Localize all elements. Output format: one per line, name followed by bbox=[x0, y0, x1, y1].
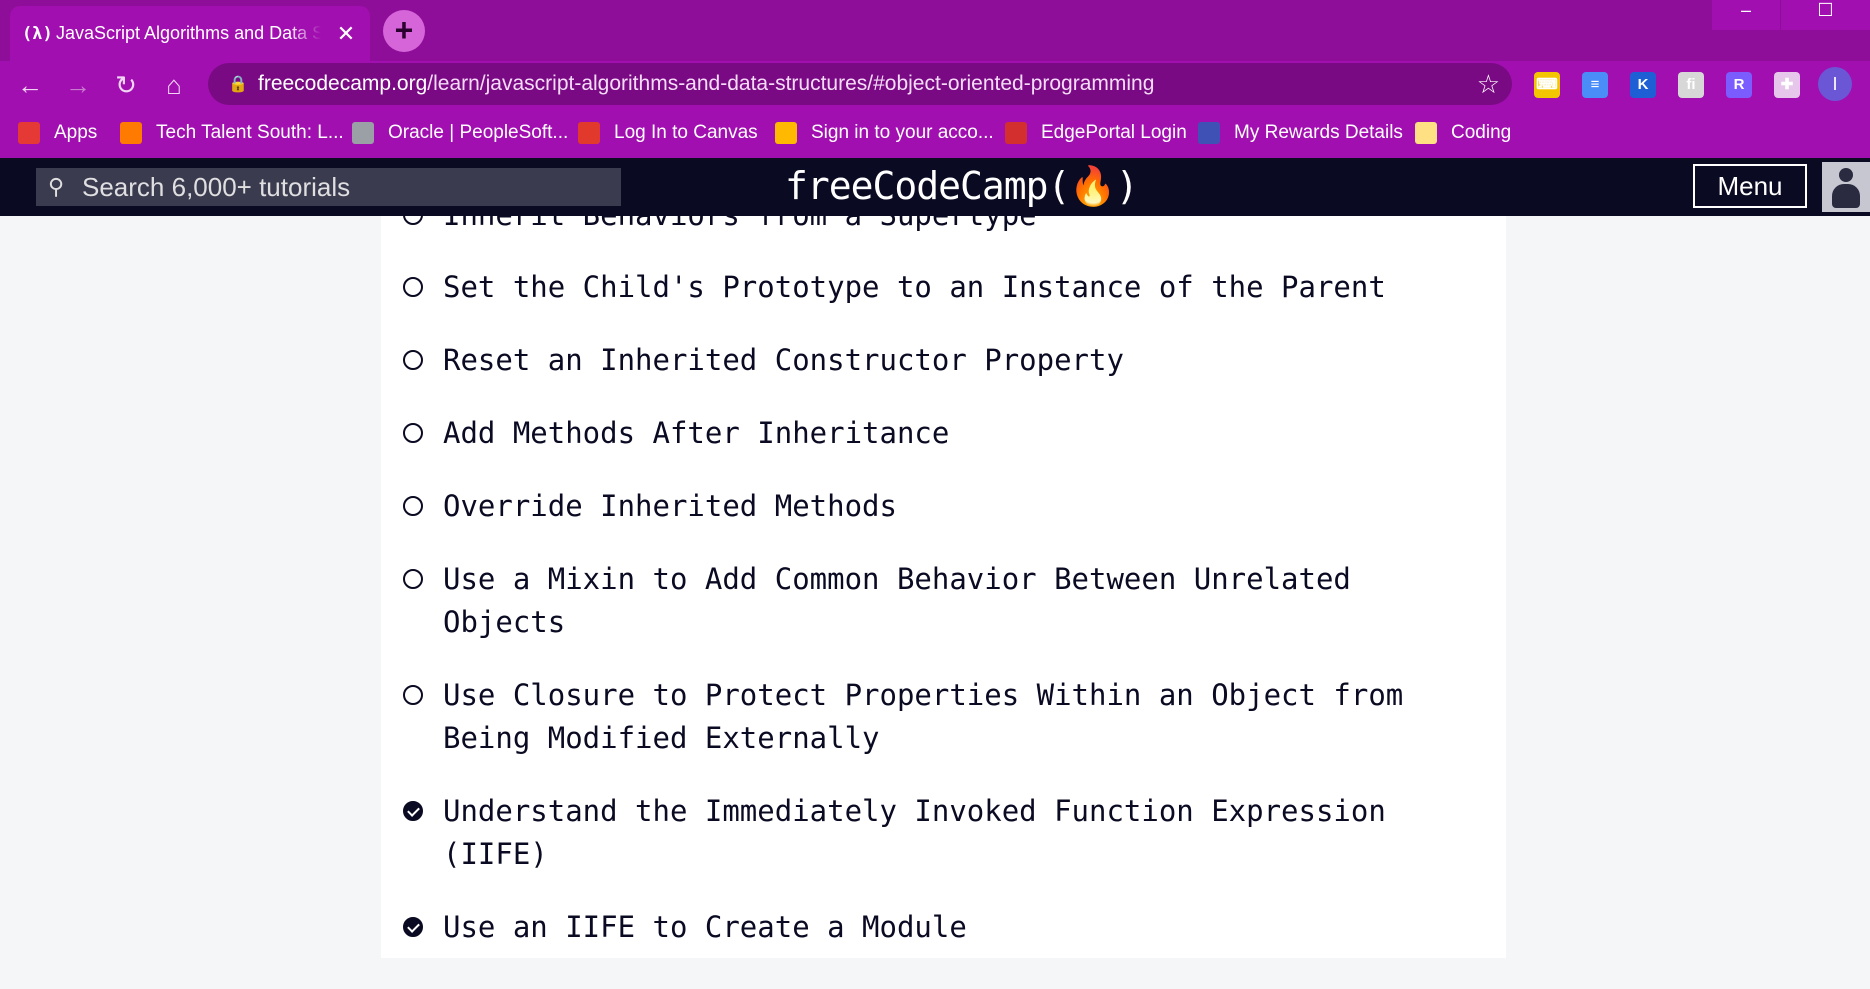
window-maximize-button[interactable]: ☐ bbox=[1781, 0, 1870, 30]
docs-icon[interactable]: ≡ bbox=[1582, 72, 1608, 98]
bookmark-star-icon[interactable]: ☆ bbox=[1477, 69, 1500, 100]
empty-circle-icon bbox=[403, 685, 423, 705]
microsoft-icon bbox=[775, 122, 797, 144]
lesson-item[interactable]: Override Inherited Methods bbox=[403, 485, 1483, 528]
empty-circle-icon bbox=[403, 496, 423, 516]
apps-grid-icon bbox=[18, 122, 40, 144]
new-tab-button[interactable]: + bbox=[383, 10, 425, 52]
lesson-item[interactable]: Reset an Inherited Constructor Property bbox=[403, 339, 1483, 382]
bookmark-label: Tech Talent South: L... bbox=[156, 122, 344, 143]
lesson-link[interactable]: Use a Mixin to Add Common Behavior Betwe… bbox=[443, 558, 1483, 644]
lesson-item[interactable]: Set the Child's Prototype to an Instance… bbox=[403, 266, 1483, 309]
window-minimize-button[interactable]: – bbox=[1712, 0, 1780, 30]
home-icon[interactable]: ⌂ bbox=[154, 65, 194, 105]
k-icon[interactable]: K bbox=[1630, 72, 1656, 98]
bookmark-label: Coding bbox=[1451, 122, 1512, 143]
curriculum-section: Inherit Behaviors from a Supertype Set th… bbox=[381, 216, 1506, 958]
user-avatar[interactable] bbox=[1822, 162, 1870, 212]
tab-title: JavaScript Algorithms and Data Structure… bbox=[56, 23, 321, 43]
bookmark-item[interactable]: My Rewards Details bbox=[1198, 119, 1403, 147]
lesson-link[interactable]: Override Inherited Methods bbox=[443, 485, 1483, 528]
bookmark-item[interactable]: Apps bbox=[18, 119, 97, 147]
bookmark-label: My Rewards Details bbox=[1234, 122, 1403, 143]
lesson-item[interactable]: Use a Mixin to Add Common Behavior Betwe… bbox=[403, 558, 1483, 644]
fcc-logo[interactable]: freeCodeCamp(🔥) bbox=[785, 164, 1139, 209]
fcc-favicon-icon: (λ) bbox=[22, 23, 53, 44]
readiy-icon[interactable]: fi bbox=[1678, 72, 1704, 98]
url-domain: freecodecamp.org bbox=[258, 72, 428, 95]
bookmark-item[interactable]: Sign in to your acco... bbox=[775, 119, 994, 147]
bookmark-label: Sign in to your acco... bbox=[811, 122, 994, 143]
lesson-link[interactable]: Add Methods After Inheritance bbox=[443, 412, 1483, 455]
avatar-body-shape bbox=[1832, 184, 1860, 208]
empty-circle-icon bbox=[403, 569, 423, 589]
keyboard-icon[interactable]: ⌨ bbox=[1534, 72, 1560, 98]
citi-icon bbox=[1198, 122, 1220, 144]
bookmarks-bar: Apps Tech Talent South: L... Oracle | Peop… bbox=[0, 108, 1870, 158]
bookmark-item[interactable]: Coding bbox=[1415, 119, 1511, 147]
forward-arrow-icon[interactable]: → bbox=[58, 65, 98, 105]
lesson-item[interactable]: Use an IIFE to Create a Module bbox=[403, 906, 1483, 949]
search-icon: ⚲ bbox=[48, 174, 65, 199]
lesson-link[interactable]: Set the Child's Prototype to an Instance… bbox=[443, 266, 1483, 309]
empty-circle-icon bbox=[403, 277, 423, 297]
edgeportal-icon bbox=[1005, 122, 1027, 144]
fcc-navbar: ⚲ Search 6,000+ tutorials freeCodeCamp(🔥… bbox=[0, 158, 1870, 216]
lesson-item[interactable]: Use Closure to Protect Properties Within… bbox=[403, 674, 1483, 760]
tts-icon bbox=[120, 122, 142, 144]
lesson-link[interactable]: Use Closure to Protect Properties Within… bbox=[443, 674, 1483, 760]
lesson-link[interactable]: Inherit Behaviors from a Supertype bbox=[443, 216, 1483, 237]
bookmark-label: Apps bbox=[54, 122, 98, 143]
check-circle-icon bbox=[403, 917, 423, 937]
avatar-head-shape bbox=[1839, 168, 1853, 182]
bookmark-item[interactable]: EdgePortal Login bbox=[1005, 119, 1187, 147]
bookmark-label: Log In to Canvas bbox=[614, 122, 758, 143]
empty-circle-icon bbox=[403, 423, 423, 443]
lesson-link[interactable]: Understand the Immediately Invoked Funct… bbox=[443, 790, 1483, 876]
lesson-link[interactable]: Reset an Inherited Constructor Property bbox=[443, 339, 1483, 382]
search-input[interactable]: ⚲ Search 6,000+ tutorials bbox=[36, 168, 621, 206]
folder-icon bbox=[1415, 122, 1437, 144]
browser-tab-active[interactable]: (λ) JavaScript Algorithms and Data Struc… bbox=[10, 6, 370, 61]
bookmark-label: EdgePortal Login bbox=[1041, 122, 1187, 143]
empty-circle-icon bbox=[403, 350, 423, 370]
tab-close-icon[interactable]: ✕ bbox=[334, 21, 358, 47]
canvas-icon bbox=[578, 122, 600, 144]
browser-toolbar: ← → ↻ ⌂ 🔒 freecodecamp.org/learn/javascr… bbox=[0, 61, 1870, 108]
url-path: /learn/javascript-algorithms-and-data-st… bbox=[427, 72, 1155, 95]
globe-icon bbox=[352, 122, 374, 144]
lesson-link[interactable]: Use an IIFE to Create a Module bbox=[443, 906, 1483, 949]
lesson-item[interactable]: Understand the Immediately Invoked Funct… bbox=[403, 790, 1483, 876]
address-bar[interactable]: 🔒 freecodecamp.org/learn/javascript-algo… bbox=[208, 63, 1512, 105]
bookmark-label: Oracle | PeopleSoft... bbox=[388, 122, 569, 143]
bookmark-item[interactable]: Tech Talent South: L... bbox=[120, 119, 344, 147]
lesson-item[interactable]: Inherit Behaviors from a Supertype bbox=[403, 216, 1483, 237]
puzzle-icon[interactable]: ✚ bbox=[1774, 72, 1800, 98]
browser-chrome: (λ) JavaScript Algorithms and Data Struc… bbox=[0, 0, 1870, 158]
bookmark-item[interactable]: Oracle | PeopleSoft... bbox=[352, 119, 568, 147]
profile-avatar-button[interactable]: I bbox=[1818, 67, 1852, 101]
empty-circle-icon bbox=[403, 216, 423, 225]
check-circle-icon bbox=[403, 801, 423, 821]
lesson-item[interactable]: Add Methods After Inheritance bbox=[403, 412, 1483, 455]
menu-button[interactable]: Menu bbox=[1693, 164, 1807, 208]
search-placeholder: Search 6,000+ tutorials bbox=[82, 171, 351, 202]
r-icon[interactable]: R bbox=[1726, 72, 1752, 98]
reload-icon[interactable]: ↻ bbox=[106, 65, 146, 105]
lock-icon: 🔒 bbox=[228, 76, 248, 93]
address-url[interactable]: freecodecamp.org/learn/javascript-algori… bbox=[258, 72, 1154, 96]
back-arrow-icon[interactable]: ← bbox=[10, 65, 50, 105]
bookmark-item[interactable]: Log In to Canvas bbox=[578, 119, 758, 147]
tab-strip: (λ) JavaScript Algorithms and Data Struc… bbox=[0, 0, 1870, 61]
